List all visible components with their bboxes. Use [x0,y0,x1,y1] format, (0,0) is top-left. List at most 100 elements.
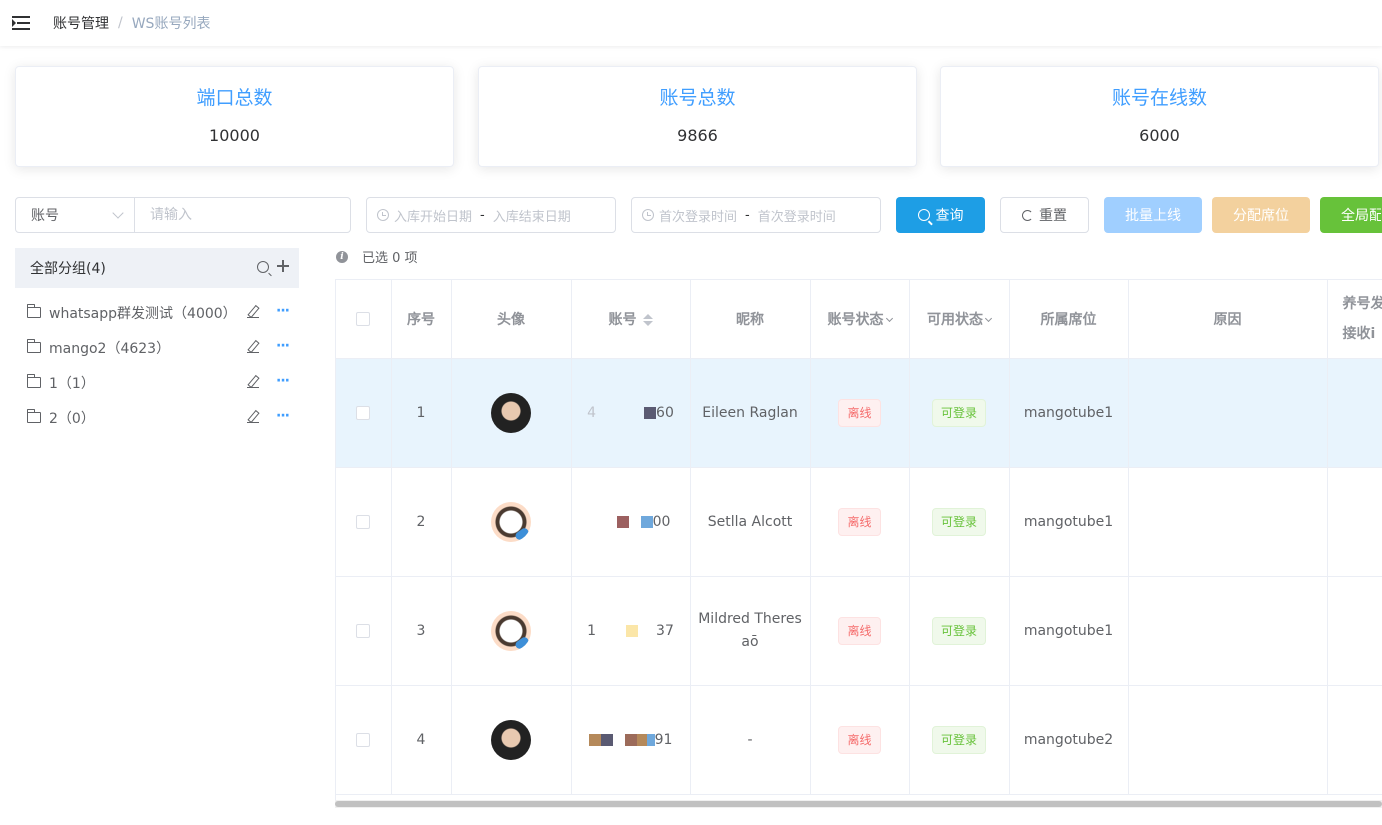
row-index: 4 [391,685,452,795]
edit-icon[interactable] [247,341,259,353]
breadcrumb-separator: / [118,15,123,31]
add-group-icon[interactable] [277,260,289,272]
account-suffix: 60 [656,404,674,421]
range-separator: - [745,207,750,223]
selection-info: i 已选 0 项 [336,247,418,266]
usable-badge: 可登录 [931,616,986,645]
more-icon[interactable]: ··· [276,374,290,388]
search-icon[interactable] [257,261,269,273]
group-item[interactable]: 2（0） ··· [15,400,299,435]
stat-card-port-total: 端口总数 10000 [15,66,454,167]
col-header-account-status[interactable]: 账号状态 [810,280,910,359]
info-icon: i [336,250,348,263]
col-header-account-status-label: 账号状态 [827,311,884,328]
table-row[interactable]: 4 91 - 离线 可登录 mangotube2 [336,685,1382,795]
edit-icon[interactable] [247,306,259,318]
row-nickname: - [690,685,811,795]
avatar [491,501,531,542]
redacted-block [640,515,653,528]
chevron-down-icon[interactable] [885,314,893,322]
sort-icon[interactable] [642,313,653,327]
assign-seat-label: 分配席位 [1233,208,1289,224]
row-seat: mangotube1 [1009,576,1129,686]
query-button[interactable]: 查询 [896,197,985,233]
row-nickname: Mildred Theres aō [690,576,811,686]
date-start-placeholder: 入库开始日期 [394,209,473,225]
more-icon[interactable]: ··· [276,409,290,423]
table-header-row: 序号 头像 账号 昵称 账号状态 可用状态 所属席位 原因 养号发 接收i [336,280,1382,359]
redacted-block [616,515,629,528]
table-row[interactable]: 2 00 Setlla Alcott 离线 可登录 mangotube1 [336,467,1382,577]
breadcrumb: 账号管理 / WS账号列表 [53,13,210,33]
assign-seat-button[interactable]: 分配席位 [1212,197,1310,233]
select-all-checkbox[interactable] [356,311,371,326]
batch-online-button[interactable]: 批量上线 [1104,197,1202,233]
horizontal-scrollbar[interactable] [335,800,1382,808]
reset-button[interactable]: 重置 [1000,197,1089,233]
status-badge: 离线 [838,725,881,754]
edit-icon[interactable] [247,411,259,423]
field-select[interactable]: 账号 [15,197,135,233]
query-button-label: 查询 [935,208,964,224]
col-header-nickname: 昵称 [690,280,811,359]
row-seat: mangotube2 [1009,685,1129,795]
first-login-date-range[interactable]: 首次登录时间 - 首次登录时间 [631,197,881,233]
table-row[interactable]: 3 1 37 Mildred Theres aō 离线 可登录 mangotube1 [336,576,1382,686]
row-nurture [1327,576,1382,686]
avatar [491,392,531,433]
row-checkbox[interactable] [356,732,371,747]
redacted-block [638,625,656,637]
refresh-icon [1022,209,1033,221]
row-reason [1128,576,1328,686]
redacted-block [591,516,617,528]
scrollbar-thumb[interactable] [335,801,1382,807]
redacted-block [624,733,637,746]
row-reason [1128,467,1328,577]
row-checkbox[interactable] [356,623,371,638]
search-icon [917,209,930,221]
folder-icon [27,304,41,318]
col-header-seat: 所属席位 [1009,280,1129,359]
row-seat: mangotube1 [1009,467,1129,577]
chevron-down-icon[interactable] [984,314,993,322]
storage-date-range[interactable]: 入库开始日期 - 入库结束日期 [366,197,616,233]
col-header-avatar: 头像 [451,280,572,359]
col-header-account[interactable]: 账号 [571,280,691,359]
table-row[interactable]: 1 4 60 Eileen Raglan 离线 可登录 mangotube1 [336,358,1382,468]
row-account: 91 [571,685,691,795]
row-account: 4 60 [571,358,691,468]
col-header-nurture: 养号发 接收i [1327,280,1382,359]
row-reason [1128,358,1328,468]
edit-icon[interactable] [247,376,259,388]
row-checkbox[interactable] [356,405,371,420]
row-index: 2 [391,467,452,577]
global-config-button[interactable]: 全局配 [1320,197,1382,233]
date-start-placeholder: 首次登录时间 [659,209,738,225]
group-item[interactable]: whatsapp群发测试（4000） ··· [15,295,299,330]
clock-icon [377,209,389,221]
stat-title: 账号在线数 [1111,87,1207,109]
global-config-label: 全局配 [1341,208,1382,224]
status-badge: 离线 [838,616,881,645]
redacted-block [588,733,601,746]
account-suffix: 37 [656,622,674,639]
account-table: 序号 头像 账号 昵称 账号状态 可用状态 所属席位 原因 养号发 接收i 1 … [335,279,1382,807]
usable-badge: 可登录 [931,725,986,754]
more-icon[interactable]: ··· [276,339,290,353]
group-item[interactable]: mango2（4623） ··· [15,330,299,365]
col-header-usable-status[interactable]: 可用状态 [909,280,1010,359]
row-nickname: Eileen Raglan [690,358,811,468]
group-item[interactable]: 1（1） ··· [15,365,299,400]
more-icon[interactable]: ··· [276,304,290,318]
row-index: 3 [391,576,452,686]
col-header-usable-status-label: 可用状态 [927,311,983,328]
menu-fold-icon[interactable] [12,16,30,30]
stat-title: 账号总数 [659,87,736,109]
search-input[interactable] [134,197,351,233]
row-nurture [1327,467,1382,577]
reset-button-label: 重置 [1039,208,1067,224]
stat-card-online-total: 账号在线数 6000 [940,66,1379,167]
breadcrumb-account-management[interactable]: 账号管理 [53,13,109,33]
select-all-cell [336,280,392,359]
row-checkbox[interactable] [356,514,371,529]
